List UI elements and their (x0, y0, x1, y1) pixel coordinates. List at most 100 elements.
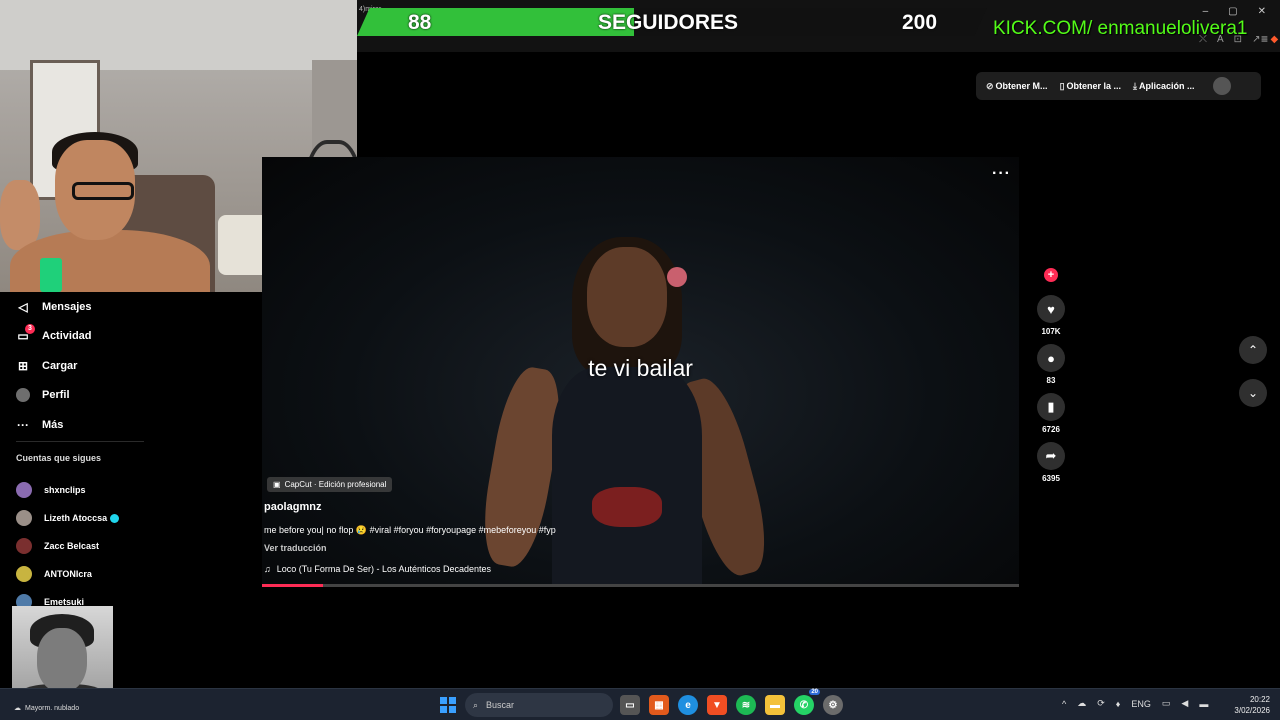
avatar (16, 538, 32, 554)
sidebar-item-perfil[interactable]: Perfil (16, 381, 156, 411)
following-account[interactable]: Lizeth Atoccsa (16, 504, 166, 532)
sidebar-divider (16, 441, 144, 442)
phone-icon: ▯ (1059, 80, 1065, 91)
share-arrow-icon: ➦ (1045, 448, 1057, 463)
see-translation-link[interactable]: Ver traducción (264, 543, 327, 553)
following-section-title: Cuentas que sigues (16, 453, 102, 463)
video-author[interactable]: paolagmnz (264, 501, 321, 513)
whatsapp-icon[interactable]: ✆ 20 (794, 689, 820, 715)
minimize-icon[interactable]: – (1203, 6, 1209, 17)
share-icon[interactable]: ↗ (1252, 34, 1260, 45)
get-coins-button[interactable]: ⊘ Obtener M... (986, 81, 1048, 92)
avatar (16, 482, 32, 498)
chevron-up-icon[interactable]: ^ (1062, 699, 1066, 709)
cloud-icon: ☁ (14, 705, 21, 712)
account-name: Lizeth Atoccsa (44, 512, 108, 523)
capcut-tag[interactable]: ▣ CapCut · Edición profesional (267, 477, 393, 492)
follow-plus-button[interactable]: + (1044, 268, 1058, 282)
avatar (16, 510, 32, 526)
get-app-button[interactable]: ▯ Obtener la ... (1060, 81, 1121, 92)
taskbar-search[interactable]: ⌕ Buscar (465, 693, 613, 717)
taskbar-clock[interactable]: 20:22 3/02/2026 (1228, 694, 1270, 716)
comment-button[interactable]: ● (1037, 344, 1065, 372)
verified-badge-icon (110, 514, 120, 524)
edge-icon[interactable]: e (678, 695, 698, 715)
avatar (16, 566, 32, 582)
language-indicator[interactable]: ENG (1131, 699, 1151, 709)
search-icon: ⌕ (473, 699, 479, 710)
coin-icon: ⊘ (986, 80, 994, 91)
sidebar-item-label: Más (42, 418, 64, 431)
following-account[interactable]: shxnclips (16, 476, 166, 504)
brave-icon[interactable]: ▼ (707, 695, 727, 715)
start-button[interactable] (440, 697, 456, 713)
next-video-button[interactable]: ⌄ (1239, 379, 1267, 407)
sidebar-item-label: Cargar (42, 359, 78, 372)
video-player[interactable]: te vi bailar ··· ▣ CapCut · Edición prof… (262, 157, 1019, 587)
network-icon[interactable]: ▭ (1162, 698, 1171, 709)
more-options-icon[interactable]: ··· (992, 165, 1011, 183)
action-column: + ♥ 107K ● 83 ▮ 6726 ➦ 6395 (1036, 268, 1066, 491)
account-name: shxnclips (44, 485, 86, 495)
channel-url: KICK.COM/ enmanuelolivera1 (993, 18, 1248, 39)
sidebar-item-cargar[interactable]: ⊞ Cargar (16, 351, 156, 381)
save-button[interactable]: ▮ (1037, 393, 1065, 421)
sidebar-item-actividad[interactable]: ▭ 3 Actividad (16, 322, 156, 352)
sidebar-item-label: Mensajes (42, 300, 92, 313)
sync-icon[interactable]: ⟳ (1097, 698, 1105, 709)
system-tray: ^ ☁ ⟳ ♦ ENG ▭ ◀ ▬ (1062, 698, 1208, 709)
video-caption-text: te vi bailar (588, 355, 693, 381)
account-name: ANTONIcra (44, 569, 92, 579)
follower-goal-label: SEGUIDORES (598, 11, 739, 34)
like-count: 107K (1041, 327, 1061, 336)
notification-badge: 3 (25, 324, 35, 335)
following-account[interactable]: ANTONIcra (16, 560, 166, 588)
task-view-icon[interactable]: ▭ (620, 695, 640, 715)
window-controls: – ▢ ✕ (1203, 6, 1266, 17)
file-explorer-icon[interactable]: ▬ (765, 695, 785, 715)
follower-count: 88 (408, 11, 432, 34)
app-orange-icon[interactable]: ▦ (649, 695, 669, 715)
sidebar-item-mas[interactable]: ··· Más (16, 410, 156, 440)
follower-goal-fill (357, 8, 635, 36)
heart-icon: ♥ (1047, 301, 1055, 317)
following-list: shxnclips Lizeth Atoccsa Zacc Belcast AN… (16, 476, 166, 616)
video-progress-bar[interactable] (262, 584, 1019, 587)
microphone-icon[interactable]: ♦ (1116, 699, 1121, 709)
top-action-bar: ⊘ Obtener M... ▯ Obtener la ... ⤓ Aplicació… (976, 72, 1261, 100)
onedrive-icon[interactable]: ☁ (1077, 698, 1086, 709)
battery-icon[interactable]: ▬ (1199, 699, 1208, 709)
clock-time: 20:22 (1249, 695, 1270, 704)
music-note-icon: ♫ (264, 564, 271, 574)
chevron-up-icon: ⌃ (1247, 343, 1259, 357)
music-track[interactable]: ♫ Loco (Tu Forma De Ser) - Los Auténtico… (264, 564, 491, 574)
spotify-icon[interactable]: ≋ (736, 695, 756, 715)
volume-icon[interactable]: ◀ (1181, 698, 1188, 709)
upload-plus-icon: ⊞ (17, 358, 29, 373)
download-icon: ⤓ (1133, 80, 1138, 91)
chevron-down-icon: ⌄ (1247, 386, 1259, 400)
browser-menu-icon[interactable]: ≡ (1261, 32, 1268, 46)
previous-video-button[interactable]: ⌃ (1239, 336, 1267, 364)
share-button[interactable]: ➦ (1037, 442, 1065, 470)
save-count: 6726 (1042, 425, 1060, 434)
more-dots-icon: ··· (17, 417, 29, 432)
brave-shield-icon[interactable]: ◆ (1270, 34, 1278, 45)
comment-icon: ● (1047, 350, 1055, 366)
following-account[interactable]: Zacc Belcast (16, 532, 166, 560)
settings-icon[interactable]: ⚙ (823, 695, 843, 715)
taskbar-apps: ▭ ▦ e ▼ ≋ ▬ ✆ 20 ⚙ (620, 689, 843, 715)
user-avatar[interactable] (1212, 77, 1231, 95)
video-description: me before you| no flop 😢 #viral #foryou … (264, 525, 556, 535)
windows-taskbar: ☁ Mayorm. nublado ⌕ Buscar ▭ ▦ e ▼ ≋ ▬ ✆… (0, 688, 1280, 720)
maximize-icon[interactable]: ▢ (1228, 6, 1237, 17)
like-button[interactable]: ♥ (1037, 295, 1065, 323)
clock-date: 3/02/2026 (1234, 706, 1270, 715)
account-name: Zacc Belcast (44, 541, 100, 551)
desktop-app-button[interactable]: ⤓ Aplicación ... (1133, 81, 1195, 92)
capcut-icon: ▣ (273, 480, 281, 489)
sidebar-item-mensajes[interactable]: ◁ Mensajes (16, 292, 156, 322)
share-count: 6395 (1042, 474, 1060, 483)
close-icon[interactable]: ✕ (1258, 6, 1266, 17)
weather-widget[interactable]: ☁ Mayorm. nublado (14, 704, 79, 713)
